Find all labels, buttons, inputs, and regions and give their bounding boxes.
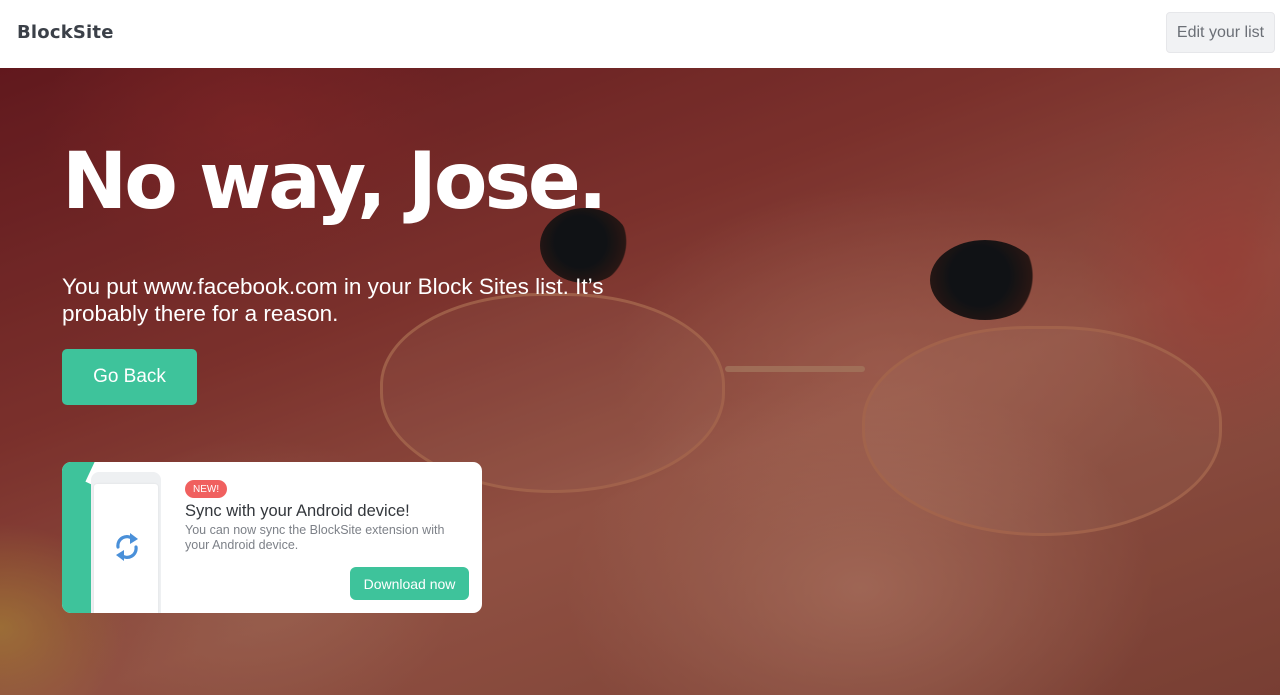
- card-description: You can now sync the BlockSite extension…: [185, 523, 445, 552]
- top-bar: BlockSite Edit your list: [0, 0, 1280, 68]
- blocksite-logo[interactable]: BlockSite: [17, 22, 114, 43]
- edit-list-button[interactable]: Edit your list: [1166, 12, 1275, 53]
- sync-icon: [116, 533, 138, 561]
- download-now-button[interactable]: Download now: [350, 567, 469, 600]
- android-sync-card: NEW! Sync with your Android device! You …: [62, 462, 482, 613]
- card-title: Sync with your Android device!: [185, 502, 410, 520]
- block-message: You put www.facebook.com in your Block S…: [62, 274, 604, 326]
- go-back-button[interactable]: Go Back: [62, 349, 197, 405]
- new-badge: NEW!: [185, 480, 228, 498]
- page-title: No way, Jose.: [62, 137, 607, 227]
- block-page-hero: No way, Jose. You put www.facebook.com i…: [0, 68, 1280, 695]
